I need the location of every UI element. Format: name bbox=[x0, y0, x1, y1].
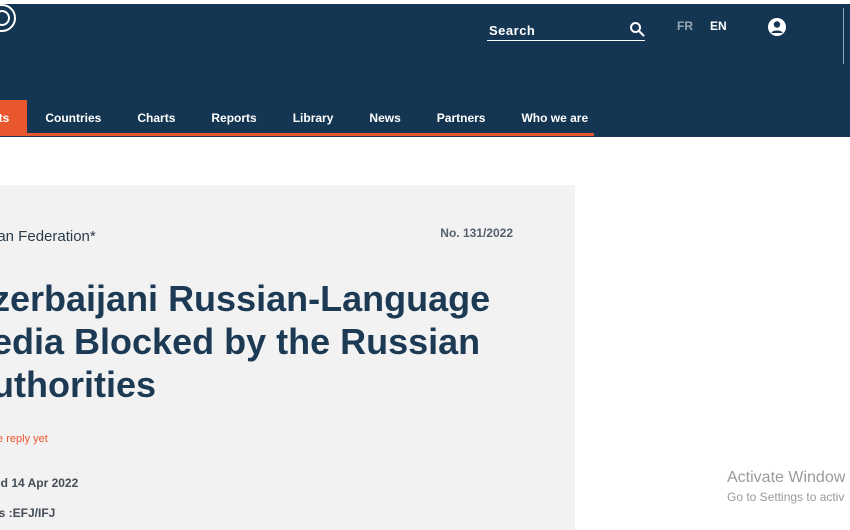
nav-item-library[interactable]: Library bbox=[275, 100, 352, 136]
nav-item-charts[interactable]: Charts bbox=[119, 100, 193, 136]
alert-title: zerbaijani Russian-Language edia Blocked… bbox=[0, 278, 491, 405]
activation-watermark: Activate Window Go to Settings to activ bbox=[727, 469, 845, 504]
published-date: ed 14 Apr 2022 bbox=[0, 476, 79, 490]
watermark-title: Activate Window bbox=[727, 469, 846, 486]
search-input[interactable] bbox=[487, 20, 621, 40]
nav-item-who-we-are[interactable]: Who we are bbox=[503, 100, 606, 136]
reply-status: te reply yet bbox=[0, 433, 48, 445]
partner-badge bbox=[843, 8, 850, 64]
watermark-subtitle: Go to Settings to activ bbox=[727, 490, 845, 504]
nav-item-countries[interactable]: Countries bbox=[27, 100, 119, 136]
nav-underline bbox=[0, 133, 594, 136]
search-icon[interactable] bbox=[629, 21, 645, 37]
nav-item-news[interactable]: News bbox=[351, 100, 418, 136]
alert-number: No. 131/2022 bbox=[440, 226, 513, 240]
language-fr[interactable]: FR bbox=[677, 19, 693, 33]
main-nav: rts Countries Charts Reports Library New… bbox=[0, 100, 606, 136]
alert-country[interactable]: ian Federation* bbox=[0, 228, 96, 245]
nav-item-reports[interactable]: Reports bbox=[193, 100, 274, 136]
logo-icon[interactable] bbox=[0, 4, 16, 32]
alert-partners: rs :EFJ/IFJ bbox=[0, 506, 56, 520]
search-box bbox=[487, 20, 645, 41]
nav-item-partners[interactable]: Partners bbox=[419, 100, 504, 136]
user-icon[interactable] bbox=[767, 17, 787, 37]
logo-inner-ring bbox=[0, 10, 10, 26]
language-en[interactable]: EN bbox=[710, 19, 727, 33]
alert-card: ian Federation* No. 131/2022 zerbaijani … bbox=[0, 185, 575, 530]
nav-item-alerts[interactable]: rts bbox=[0, 100, 28, 136]
